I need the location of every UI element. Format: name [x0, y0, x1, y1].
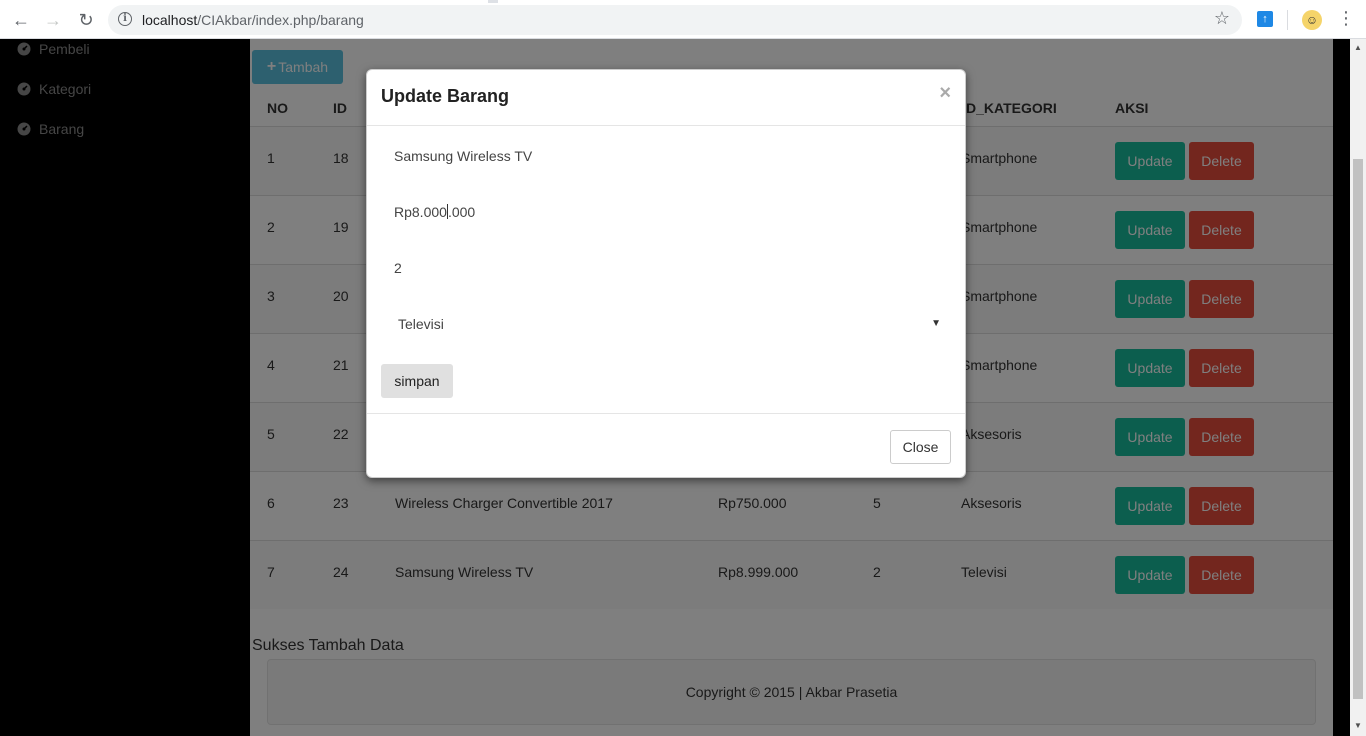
url-host: localhost — [142, 12, 198, 28]
info-icon[interactable]: i — [118, 12, 132, 26]
modal-footer-divider — [367, 413, 965, 414]
modal-title: Update Barang — [381, 86, 510, 106]
tab-strip-edge — [488, 0, 498, 3]
price-value-start: Rp8.000 — [394, 204, 447, 220]
browser-toolbar: ← → ↻ i localhost/CIAkbar/index.php/bara… — [0, 0, 1366, 39]
profile-avatar-icon[interactable]: ☺ — [1302, 10, 1322, 30]
address-bar[interactable]: i localhost/CIAkbar/index.php/barang ☆ — [108, 5, 1242, 35]
name-input[interactable]: Samsung Wireless TV — [381, 140, 951, 174]
close-button[interactable]: Close — [890, 430, 951, 464]
back-icon[interactable]: ← — [9, 8, 33, 32]
scroll-thumb[interactable] — [1353, 159, 1363, 699]
category-select-value: Televisi — [398, 316, 444, 332]
extension-icon[interactable]: ↑ — [1257, 11, 1273, 27]
price-value-end: .000 — [447, 204, 476, 220]
close-icon[interactable]: × — [939, 82, 951, 105]
save-button[interactable]: simpan — [381, 364, 453, 398]
page-scrollbar[interactable]: ▲ ▼ — [1350, 39, 1366, 736]
update-barang-modal: Update Barang × Samsung Wireless TV Rp8.… — [366, 69, 966, 478]
dropdown-arrow-icon: ▼ — [931, 318, 941, 329]
bookmark-star-icon[interactable]: ☆ — [1214, 8, 1230, 29]
quantity-input-value: 2 — [394, 260, 402, 276]
scroll-down-icon[interactable]: ▼ — [1354, 721, 1362, 730]
price-input[interactable]: Rp8.000.000 — [381, 196, 951, 230]
name-input-value: Samsung Wireless TV — [394, 148, 533, 164]
scroll-up-icon[interactable]: ▲ — [1354, 43, 1362, 52]
toolbar-separator — [1287, 10, 1288, 30]
category-select[interactable]: Televisi ▼ — [381, 308, 951, 342]
url-path: /CIAkbar/index.php/barang — [197, 12, 364, 28]
url-text[interactable]: localhost/CIAkbar/index.php/barang — [142, 12, 364, 28]
forward-icon[interactable]: → — [41, 8, 65, 32]
browser-menu-icon[interactable]: ⋮ — [1337, 8, 1355, 29]
quantity-input[interactable]: 2 — [381, 252, 951, 286]
modal-header-divider — [367, 125, 965, 126]
reload-icon[interactable]: ↻ — [74, 8, 98, 32]
price-input-value: Rp8.000.000 — [394, 204, 475, 220]
